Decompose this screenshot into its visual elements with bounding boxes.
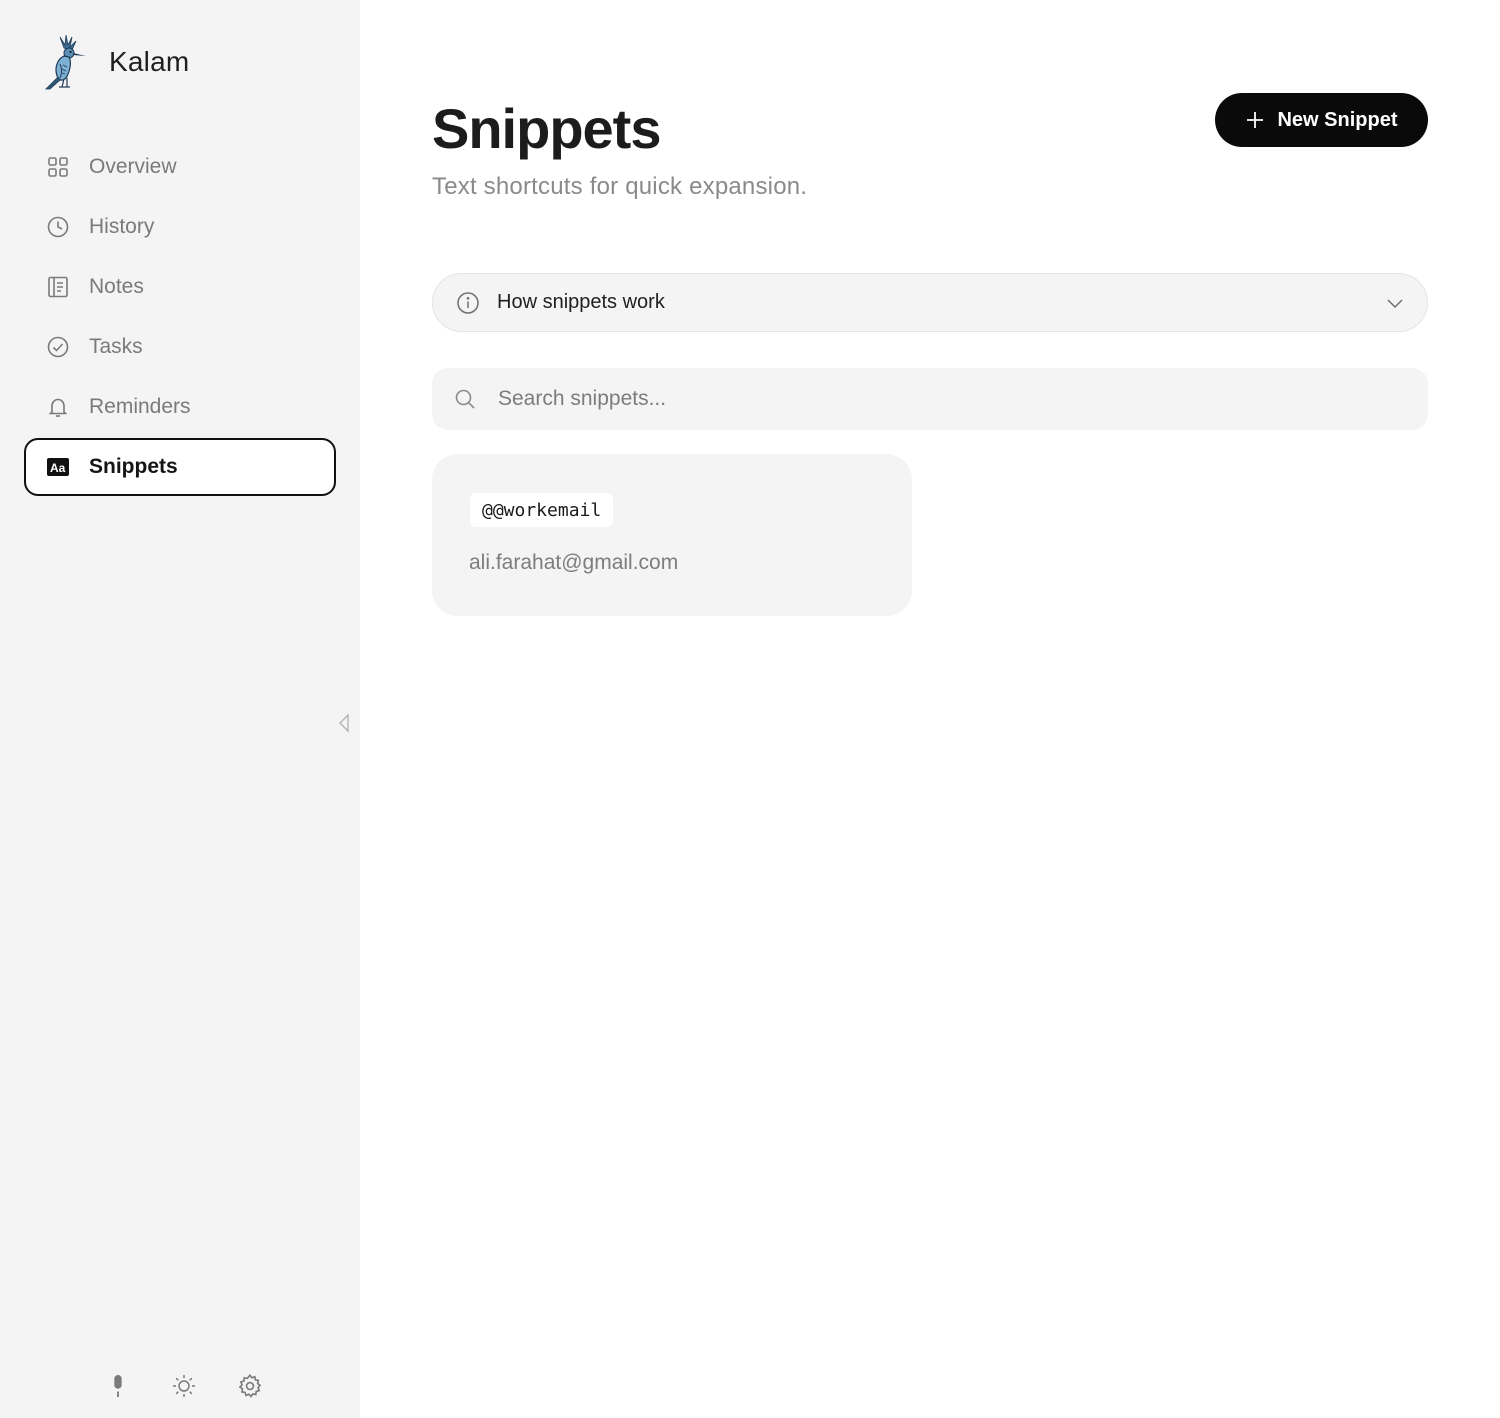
grid-icon xyxy=(46,155,70,179)
plus-icon xyxy=(1247,112,1264,128)
snippet-expansion: ali.farahat@gmail.com xyxy=(469,551,679,574)
bell-icon xyxy=(46,395,70,419)
sidebar-item-tasks[interactable]: Tasks xyxy=(24,318,336,376)
search-bar xyxy=(432,368,1428,430)
search-icon xyxy=(455,389,475,409)
sidebar-item-snippets[interactable]: Aa Snippets xyxy=(24,438,336,496)
sidebar-item-label: History xyxy=(89,215,155,238)
sidebar-item-label: Tasks xyxy=(89,335,143,358)
sidebar-nav: Overview History Notes Tasks Reminders A… xyxy=(24,138,336,498)
sun-icon[interactable] xyxy=(166,1370,202,1402)
notes-icon xyxy=(46,275,70,299)
how-snippets-work-label: How snippets work xyxy=(497,291,665,313)
sidebar-footer xyxy=(100,1370,268,1402)
snippet-trigger: @@workemail xyxy=(470,493,614,527)
how-snippets-work-accordion[interactable]: How snippets work xyxy=(432,273,1428,332)
sidebar-item-overview[interactable]: Overview xyxy=(24,138,336,196)
chevron-down-icon xyxy=(1387,299,1403,309)
sidebar-item-label: Notes xyxy=(89,275,144,298)
text-aa-icon: Aa xyxy=(46,455,70,479)
new-snippet-button[interactable]: New Snippet xyxy=(1215,93,1428,147)
info-icon xyxy=(457,291,479,314)
sidebar-item-history[interactable]: History xyxy=(24,198,336,256)
sidebar-item-notes[interactable]: Notes xyxy=(24,258,336,316)
microphone-icon[interactable] xyxy=(100,1370,136,1402)
gear-icon[interactable] xyxy=(232,1370,268,1402)
page-subtitle: Text shortcuts for quick expansion. xyxy=(432,173,808,200)
sidebar-item-label: Reminders xyxy=(89,395,191,418)
new-snippet-label: New Snippet xyxy=(1277,108,1398,131)
hoopoe-logo-icon xyxy=(45,34,86,90)
sidebar-item-label: Snippets xyxy=(89,455,178,478)
sidebar-item-reminders[interactable]: Reminders xyxy=(24,378,336,436)
svg-text:Aa: Aa xyxy=(50,461,66,475)
sidebar: Kalam Overview History Notes Tasks Remin… xyxy=(0,0,360,1418)
app-name: Kalam xyxy=(109,46,190,77)
check-circle-icon xyxy=(46,335,70,359)
page-title: Snippets xyxy=(432,97,661,160)
snippet-card[interactable]: @@workemail ali.farahat@gmail.com xyxy=(432,454,912,616)
sidebar-item-label: Overview xyxy=(89,155,177,178)
clock-icon xyxy=(46,215,70,239)
brand[interactable]: Kalam xyxy=(40,34,189,90)
search-input[interactable] xyxy=(498,387,1378,411)
collapse-sidebar-icon[interactable] xyxy=(336,711,352,735)
